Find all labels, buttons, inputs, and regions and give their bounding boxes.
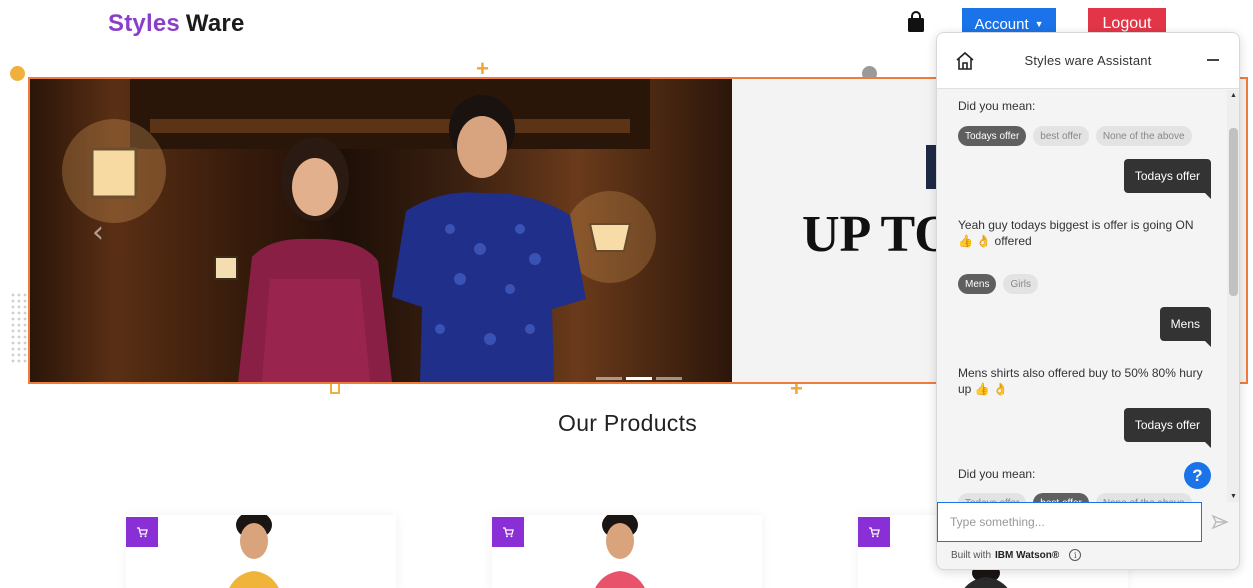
chat-messages: Did you mean: Todays offer best offer No…	[937, 90, 1227, 502]
carousel-indicator-2[interactable]	[626, 377, 652, 380]
help-button[interactable]: ?	[1184, 462, 1211, 489]
decorative-dot-grid	[10, 292, 28, 364]
brand-part1: Styles	[108, 10, 180, 37]
caret-down-icon: ▼	[1034, 19, 1044, 29]
bot-message: Mens shirts also offered buy to 50% 80% …	[958, 366, 1203, 396]
chat-message-input[interactable]	[937, 502, 1202, 542]
product-image	[229, 515, 279, 588]
chat-scrollbar[interactable]: ▲ ▼	[1227, 90, 1239, 502]
hero-headline: UP TO	[802, 206, 955, 263]
carousel-indicator-1[interactable]	[596, 377, 622, 380]
bot-message: Yeah guy todays biggest is offer is goin…	[958, 218, 1194, 248]
scrollbar-thumb[interactable]	[1229, 128, 1238, 296]
suggestion-chips: Mens Girls	[958, 274, 1039, 294]
footer-brand: IBM Watson®	[995, 549, 1060, 561]
add-to-cart-button[interactable]	[858, 517, 890, 547]
bot-message: Did you mean:	[958, 467, 1036, 481]
decorative-dot-orange	[10, 66, 25, 81]
user-message: Todays offer	[1123, 408, 1212, 448]
page: Styles Ware Account ▼ Logout + + ‹ UP TO…	[0, 0, 1253, 588]
chip-girls[interactable]: Girls	[1003, 274, 1039, 294]
footer-prefix: Built with	[951, 549, 992, 561]
chip-best-offer[interactable]: best offer	[1033, 126, 1089, 146]
brand-part2: Ware	[185, 10, 245, 37]
minimize-icon[interactable]	[1207, 59, 1219, 61]
user-message: Mens	[1159, 307, 1212, 347]
chat-footer: Built with IBM Watson® i	[951, 549, 1082, 561]
chip-todays-offer[interactable]: Todays offer	[958, 126, 1027, 146]
suggestion-chips: Todays offer best offer None of the abov…	[958, 493, 1192, 502]
hero-image-couple: ‹	[30, 79, 732, 382]
chat-assistant-widget: Styles ware Assistant Did you mean: Toda…	[936, 32, 1240, 570]
carousel-prev-icon[interactable]: ‹	[92, 215, 104, 250]
chip-none-of-the-above[interactable]: None of the above	[1095, 126, 1192, 146]
suggestion-chips: Todays offer best offer None of the abov…	[958, 126, 1192, 146]
chip-todays-offer[interactable]: Todays offer	[958, 493, 1027, 502]
carousel-indicators	[596, 377, 682, 380]
product-image	[595, 515, 645, 588]
scroll-down-icon[interactable]: ▼	[1230, 493, 1237, 500]
hero-photo-illustration	[62, 79, 656, 382]
product-card[interactable]	[126, 515, 396, 588]
scroll-up-icon[interactable]: ▲	[1230, 92, 1237, 99]
carousel-indicator-3[interactable]	[656, 377, 682, 380]
bot-message: Did you mean:	[958, 99, 1036, 113]
brand-logo[interactable]: Styles Ware	[108, 10, 245, 38]
add-to-cart-button[interactable]	[492, 517, 524, 547]
chip-none-of-the-above[interactable]: None of the above	[1095, 493, 1192, 502]
chip-mens[interactable]: Mens	[958, 274, 997, 294]
section-title-products: Our Products	[558, 410, 698, 436]
cart-icon	[503, 527, 514, 538]
decorative-square-outline	[330, 384, 340, 394]
user-message: Todays offer	[1123, 159, 1212, 199]
send-icon[interactable]	[1211, 513, 1229, 531]
chat-title: Styles ware Assistant	[1024, 53, 1152, 68]
chip-best-offer[interactable]: best offer	[1033, 493, 1089, 502]
cart-icon	[869, 527, 880, 538]
add-to-cart-button[interactable]	[126, 517, 158, 547]
info-icon[interactable]: i	[1069, 549, 1082, 561]
account-label: Account	[974, 15, 1029, 33]
cart-icon	[137, 527, 148, 538]
chat-header: Styles ware Assistant	[937, 33, 1239, 89]
product-card[interactable]	[492, 515, 762, 588]
shopping-bag-icon[interactable]	[906, 11, 926, 33]
